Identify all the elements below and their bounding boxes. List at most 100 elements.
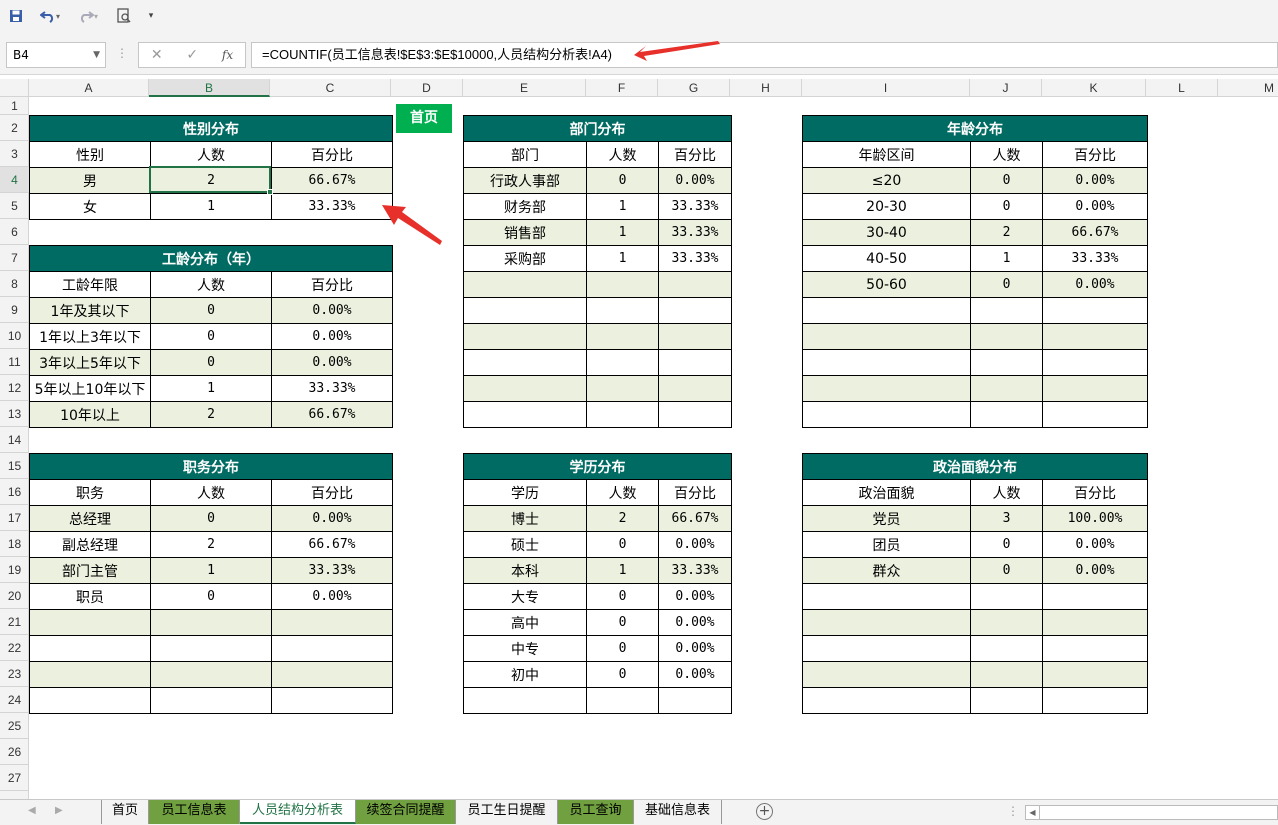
cell[interactable]: 0.00% [658,609,732,636]
column-label[interactable]: 人数 [150,479,272,506]
cell[interactable]: 66.67% [271,401,393,428]
fill-handle[interactable] [267,189,273,195]
cell[interactable]: 100.00% [1041,505,1149,532]
horizontal-scrollbar[interactable]: ◀ [1025,805,1278,820]
redo-icon[interactable]: ▾ [74,7,102,25]
tab-basic-info[interactable]: 基础信息表 [634,800,722,824]
cell[interactable] [1041,635,1149,662]
column-label[interactable]: 百分比 [658,479,732,506]
cell[interactable]: 2 [150,167,272,194]
cell[interactable]: 0.00% [271,349,393,376]
cell[interactable]: 采购部 [463,245,587,272]
cell[interactable]: 1年及其以下 [29,297,151,324]
cell[interactable] [658,375,732,402]
cell[interactable] [1042,375,1148,402]
cell[interactable]: 总经理 [29,505,151,532]
row-header[interactable]: 18 [0,531,29,557]
cancel-icon[interactable]: ✕ [151,47,163,63]
cell[interactable]: 女 [29,193,151,220]
row-header[interactable]: 1 [0,97,29,115]
cell[interactable]: 0 [586,583,659,610]
cell[interactable]: 部门主管 [29,557,151,584]
cell[interactable]: 0 [150,297,272,324]
row-header[interactable]: 5 [0,193,29,219]
cell[interactable]: 中专 [463,635,587,662]
column-label[interactable]: 百分比 [658,141,732,168]
cell[interactable]: 团员 [802,531,971,558]
customize-toolbar-icon[interactable]: ▾ [144,7,158,25]
cell[interactable]: 0 [150,505,272,532]
cell[interactable]: 0 [970,167,1043,194]
cell[interactable]: 男 [29,167,151,194]
tab-birthday-reminder[interactable]: 员工生日提醒 [456,800,558,824]
cell[interactable] [802,349,971,376]
row-header[interactable]: 23 [0,661,29,687]
tab-scroll-right-icon[interactable]: ▶ [55,805,63,816]
column-label[interactable]: 职务 [29,479,151,506]
column-header[interactable]: M [1218,79,1278,97]
cell[interactable] [1042,297,1148,324]
cell[interactable]: 0 [150,583,272,610]
row-header[interactable]: 8 [0,271,29,297]
cell[interactable] [658,687,732,714]
cell[interactable]: 1 [970,245,1043,272]
cell[interactable] [463,323,587,350]
cell[interactable]: 3年以上5年以下 [29,349,151,376]
cell[interactable] [658,401,732,428]
cell[interactable]: 10年以上 [29,401,151,428]
cell[interactable] [1042,401,1148,428]
cell[interactable] [150,661,272,688]
cell[interactable]: 0 [970,193,1043,220]
cell[interactable] [271,609,393,636]
cell[interactable] [1042,349,1148,376]
cell[interactable] [658,271,732,298]
cell[interactable] [29,609,151,636]
cell[interactable] [970,323,1043,350]
home-button[interactable]: 首页 [396,104,452,133]
cell[interactable]: ≤20 [802,167,971,194]
cell[interactable]: 1 [586,193,659,220]
cell[interactable]: 1 [586,557,659,584]
cell[interactable]: 0 [150,349,272,376]
cell[interactable]: 2 [150,531,272,558]
cell[interactable] [586,375,659,402]
cell[interactable]: 0.00% [1042,193,1148,220]
cell[interactable] [1041,661,1149,688]
row-header[interactable]: 25 [0,713,29,739]
column-header[interactable]: H [730,79,802,97]
cell[interactable]: 高中 [463,609,587,636]
cell[interactable]: 0.00% [658,531,732,558]
cell[interactable] [29,661,151,688]
insert-function-icon[interactable]: fx [222,48,233,62]
save-icon[interactable] [7,7,25,25]
cell[interactable] [29,635,151,662]
column-header[interactable]: F [586,79,658,97]
row-header[interactable]: 17 [0,505,29,531]
cell[interactable]: 0 [150,323,272,350]
cell[interactable]: 33.33% [271,375,393,402]
cell[interactable]: 0.00% [1041,557,1149,584]
row-header[interactable]: 22 [0,635,29,661]
column-label[interactable]: 政治面貌 [802,479,971,506]
cell[interactable]: 0.00% [271,583,393,610]
cell[interactable]: 0.00% [271,297,393,324]
column-header[interactable]: C [270,79,391,97]
cell[interactable] [586,271,659,298]
column-header[interactable]: J [970,79,1042,97]
formula-input[interactable]: =COUNTIF(员工信息表!$E$3:$E$10000,人员结构分析表!A4) [251,42,1278,68]
cell[interactable]: 1 [150,193,272,220]
cell[interactable]: 群众 [802,557,971,584]
column-label[interactable]: 人数 [970,479,1043,506]
cell[interactable]: 0 [970,271,1043,298]
tab-structure-analysis[interactable]: 人员结构分析表 [240,800,356,824]
cell[interactable] [586,401,659,428]
row-header[interactable]: 6 [0,219,29,245]
row-header[interactable]: 4 [0,167,29,193]
cell[interactable] [586,297,659,324]
cell[interactable]: 33.33% [1042,245,1148,272]
cell[interactable] [970,401,1043,428]
column-header[interactable]: D [391,79,463,97]
cell[interactable]: 财务部 [463,193,587,220]
cell[interactable] [1041,609,1149,636]
cell[interactable] [970,661,1043,688]
